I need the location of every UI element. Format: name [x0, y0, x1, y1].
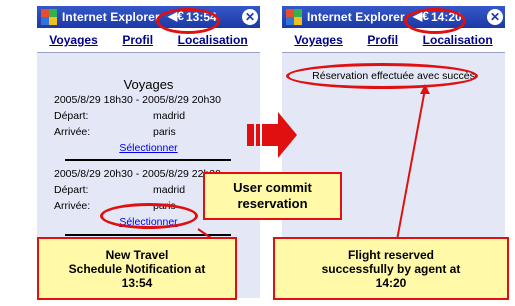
flight-reserved-text: Flight reserved successfully by agent at… — [321, 247, 461, 290]
new-travel-callout: New Travel Schedule Notification at 13:5… — [37, 237, 237, 300]
new-travel-text: New Travel Schedule Notification at 13:5… — [68, 247, 206, 290]
flight-reserved-callout: Flight reserved successfully by agent at… — [273, 237, 509, 300]
user-commit-callout: User commit reservation — [203, 172, 342, 220]
user-commit-text: User commit reservation — [233, 180, 312, 211]
